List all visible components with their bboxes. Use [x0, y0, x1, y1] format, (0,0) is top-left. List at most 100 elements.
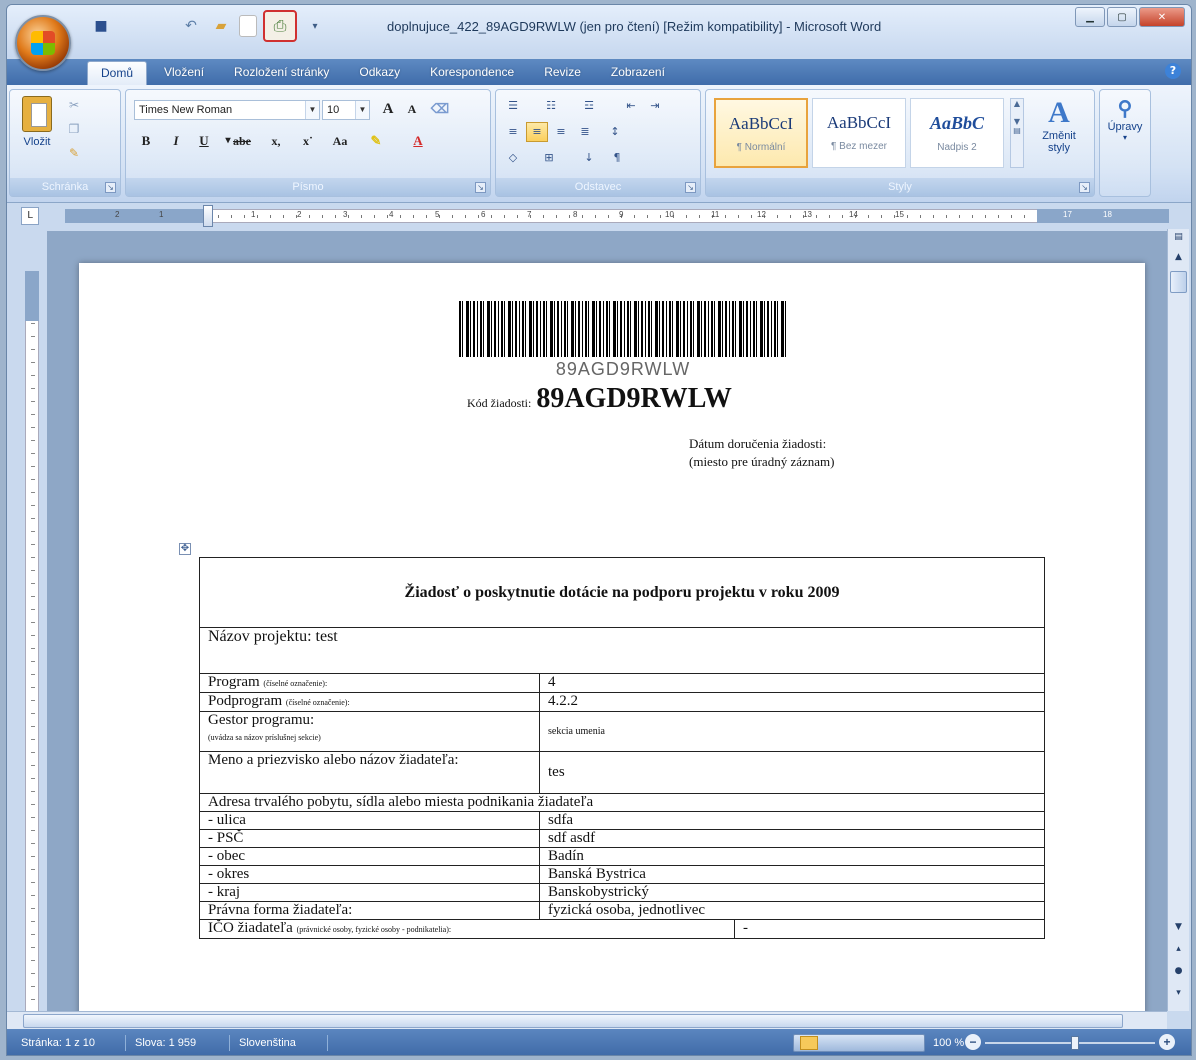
justify-icon[interactable]: ≣	[574, 122, 596, 142]
scroll-up-icon[interactable]: ▲	[1170, 249, 1187, 265]
bullets-icon[interactable]: ☰	[502, 96, 524, 116]
page-count[interactable]: Stránka: 1 z 10	[21, 1037, 95, 1049]
horizontal-scrollbar[interactable]	[7, 1011, 1167, 1029]
indent-marker-icon[interactable]	[203, 205, 213, 227]
view-buttons[interactable]	[793, 1034, 925, 1052]
zoom-slider[interactable]	[985, 1042, 1155, 1044]
paragraph-launcher-icon[interactable]: ↘	[685, 182, 696, 193]
new-document-icon[interactable]	[239, 15, 257, 37]
gestor-note: (uvádza sa názov príslušnej sekcie)	[208, 733, 321, 742]
tab-revize[interactable]: Revize	[531, 61, 594, 85]
copy-icon[interactable]: ❐	[64, 122, 84, 140]
borders-icon[interactable]: ⊞	[538, 148, 560, 168]
line-spacing-icon[interactable]: ↕	[604, 122, 626, 142]
horizontal-ruler[interactable]: L 2 1 1 2 3 4 5 6 7 8 9 10 11 12 13 14 1…	[7, 203, 1191, 229]
word-count[interactable]: Slova: 1 959	[135, 1037, 196, 1049]
tab-selector-icon[interactable]: L	[21, 207, 39, 225]
font-family-combo[interactable]: Times New Roman ▼	[134, 100, 320, 120]
sort-button[interactable]: ↓	[578, 148, 600, 168]
clipboard-group: Vložit ✂ ❐ ✎ Schránka ↘	[9, 89, 121, 197]
ribbon: Vložit ✂ ❐ ✎ Schránka ↘ Times New Roman …	[7, 85, 1191, 203]
underline-button[interactable]: U	[194, 130, 214, 152]
zoom-out-icon[interactable]: −	[965, 1034, 981, 1050]
zoom-slider-thumb[interactable]	[1071, 1036, 1079, 1050]
vertical-scrollbar[interactable]: ▤ ▲ ▼ ▴ ● ▾	[1167, 229, 1189, 1011]
horizontal-scroll-thumb[interactable]	[23, 1014, 1123, 1028]
minimize-button[interactable]: ▁	[1075, 7, 1105, 27]
tab-rozlozeni-stranky[interactable]: Rozložení stránky	[221, 61, 342, 85]
format-painter-icon[interactable]: ✎	[64, 146, 84, 164]
bold-button[interactable]: B	[136, 130, 156, 152]
document-page[interactable]: 89AGD9RWLW Kód žiadosti: 89AGD9RWLW Dátu…	[79, 263, 1145, 1011]
change-styles-icon: A	[1048, 96, 1070, 129]
clear-formatting-icon[interactable]: ⌫	[430, 98, 450, 120]
font-launcher-icon[interactable]: ↘	[475, 182, 486, 193]
increase-indent-icon[interactable]: ⇥	[644, 96, 666, 116]
view-ruler-icon[interactable]: ▤	[1170, 229, 1187, 245]
ruler-number: 4	[389, 210, 394, 219]
request-code-value: 89AGD9RWLW	[536, 383, 732, 414]
customize-icon[interactable]: ▾	[303, 14, 327, 38]
table-move-handle-icon[interactable]: ✥	[179, 543, 191, 555]
zoom-level[interactable]: 100 %	[933, 1037, 964, 1049]
show-formatting-button[interactable]: ¶	[606, 148, 628, 168]
save-icon[interactable]: ■	[89, 14, 113, 38]
tab-korespondence[interactable]: Korespondence	[417, 61, 527, 85]
address-label-cell: - kraj	[199, 883, 540, 902]
scroll-thumb[interactable]	[1170, 271, 1187, 293]
office-button[interactable]	[15, 15, 71, 71]
shading-icon[interactable]: ◇	[502, 148, 524, 168]
maximize-button[interactable]: ▢	[1107, 7, 1137, 27]
clipboard-launcher-icon[interactable]: ↘	[105, 182, 116, 193]
font-color-icon[interactable]: A	[408, 130, 428, 152]
change-case-button[interactable]: Aa	[330, 130, 350, 152]
help-icon[interactable]: ?	[1165, 63, 1181, 79]
chevron-down-icon[interactable]: ▼	[355, 101, 369, 119]
strikethrough-button[interactable]: abe	[232, 130, 252, 152]
grow-font-button[interactable]: A	[378, 98, 398, 120]
language-indicator[interactable]: Slovenština	[239, 1037, 296, 1049]
font-size-combo[interactable]: 10 ▼	[322, 100, 370, 120]
table-row: Meno a priezvisko alebo názov žiadateľa:…	[199, 751, 1045, 794]
tab-odkazy[interactable]: Odkazy	[346, 61, 413, 85]
browse-object-icon[interactable]: ●	[1170, 963, 1187, 979]
zoom-in-icon[interactable]: +	[1159, 1034, 1175, 1050]
styles-launcher-icon[interactable]: ↘	[1079, 182, 1090, 193]
ruler-number: 15	[895, 210, 904, 219]
superscript-button[interactable]: x˙	[298, 130, 318, 152]
tab-vlozeni[interactable]: Vložení	[151, 61, 217, 85]
next-page-icon[interactable]: ▾	[1170, 985, 1187, 1001]
style-normal[interactable]: AaBbCcI ¶ Normální	[714, 98, 808, 168]
document-area[interactable]: 89AGD9RWLW Kód žiadosti: 89AGD9RWLW Dátu…	[47, 231, 1167, 1011]
align-center-icon[interactable]: ≡	[526, 122, 548, 142]
align-right-icon[interactable]: ≡	[550, 122, 572, 142]
previous-page-icon[interactable]: ▴	[1170, 941, 1187, 957]
table-row: IČO žiadateľa (právnické osoby, fyzické …	[199, 919, 1045, 939]
cut-icon[interactable]: ✂	[64, 98, 84, 116]
styles-scroll[interactable]: ▲ ▼ ▤	[1010, 98, 1024, 168]
chevron-down-icon[interactable]: ▼	[305, 101, 319, 119]
editing-button[interactable]: ⚲ Úpravy ▾	[1102, 96, 1148, 142]
undo-icon[interactable]: ↶	[179, 14, 203, 38]
highlight-icon[interactable]: ✎	[366, 130, 386, 152]
style-heading-2[interactable]: AaBbC Nadpis 2	[910, 98, 1004, 168]
numbering-icon[interactable]: ☷	[540, 96, 562, 116]
open-icon[interactable]: ▰	[209, 14, 233, 38]
close-button[interactable]: ✕	[1139, 7, 1185, 27]
change-styles-button[interactable]: A Změnit styly	[1032, 96, 1086, 154]
italic-button[interactable]: I	[166, 130, 186, 152]
print-layout-icon[interactable]	[800, 1036, 818, 1050]
tab-zobrazeni[interactable]: Zobrazení	[598, 61, 678, 85]
subscript-button[interactable]: x,	[266, 130, 286, 152]
vertical-ruler[interactable]	[21, 231, 43, 1011]
print-preview-icon[interactable]: ⎙	[263, 10, 297, 42]
tab-domu[interactable]: Domů	[87, 61, 148, 85]
style-no-spacing[interactable]: AaBbCcI ¶ Bez mezer	[812, 98, 906, 168]
table-row: Právna forma žiadateľa: fyzická osoba, j…	[199, 901, 1045, 920]
paste-button[interactable]: Vložit	[16, 94, 58, 174]
multilevel-list-icon[interactable]: ☲	[578, 96, 600, 116]
scroll-down-icon[interactable]: ▼	[1170, 919, 1187, 935]
shrink-font-button[interactable]: A	[402, 98, 422, 120]
decrease-indent-icon[interactable]: ⇤	[620, 96, 642, 116]
align-left-icon[interactable]: ≡	[502, 122, 524, 142]
